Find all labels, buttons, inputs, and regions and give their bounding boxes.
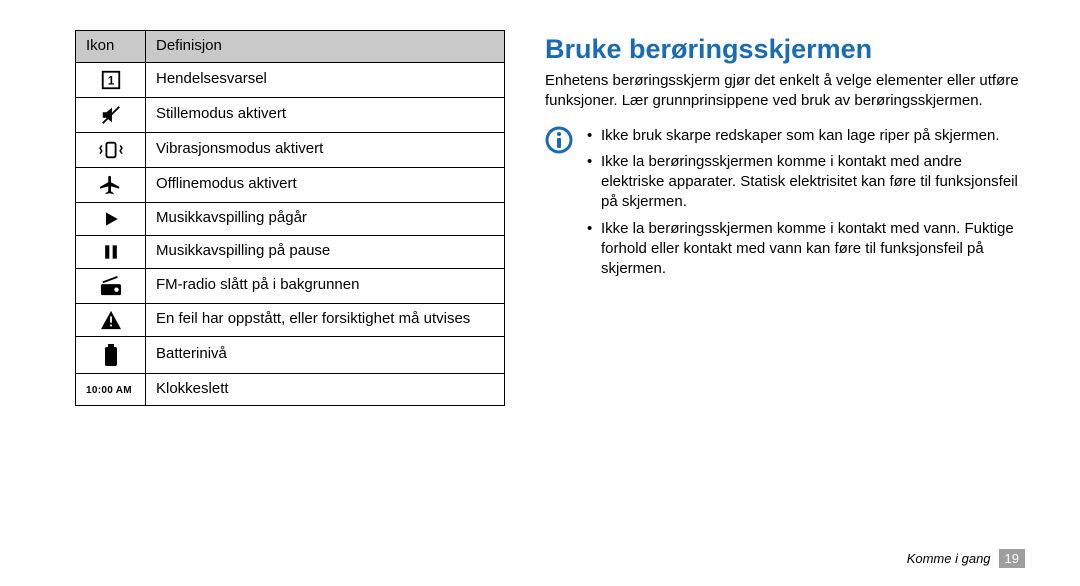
clock-icon: 10:00 AM xyxy=(76,373,146,405)
mute-icon xyxy=(76,97,146,132)
notice-list: Ikke bruk skarpe redskaper som kan lage … xyxy=(587,126,1025,286)
table-row: Stillemodus aktivert xyxy=(76,97,505,132)
battery-icon xyxy=(76,336,146,373)
page-footer: Komme i gang 19 xyxy=(907,549,1025,568)
warning-icon xyxy=(76,303,146,336)
notice-item: Ikke bruk skarpe redskaper som kan lage … xyxy=(587,126,1025,146)
section-title: Bruke berøringsskjermen xyxy=(545,34,1025,65)
def-cell: Stillemodus aktivert xyxy=(146,97,505,132)
table-row: FM-radio slått på i bakgrunnen xyxy=(76,268,505,303)
table-header-icon: Ikon xyxy=(76,31,146,63)
def-cell: FM-radio slått på i bakgrunnen xyxy=(146,268,505,303)
def-cell: Batterinivå xyxy=(146,336,505,373)
play-icon xyxy=(76,202,146,235)
def-cell: Klokkeslett xyxy=(146,373,505,405)
info-icon xyxy=(545,126,573,154)
def-cell: Musikkavspilling på pause xyxy=(146,235,505,268)
table-row: En feil har oppstått, eller forsiktighet… xyxy=(76,303,505,336)
vibrate-icon xyxy=(76,132,146,167)
airplane-icon xyxy=(76,167,146,202)
page-number: 19 xyxy=(999,549,1025,568)
def-cell: Vibrasjonsmodus aktivert xyxy=(146,132,505,167)
calendar-alert-icon: 1 xyxy=(76,62,146,97)
notice-block: Ikke bruk skarpe redskaper som kan lage … xyxy=(545,126,1025,286)
pause-icon xyxy=(76,235,146,268)
table-row: Musikkavspilling pågår xyxy=(76,202,505,235)
intro-paragraph: Enhetens berøringsskjerm gjør det enkelt… xyxy=(545,71,1025,112)
def-cell: Offlinemodus aktivert xyxy=(146,167,505,202)
footer-section-name: Komme i gang xyxy=(907,551,991,566)
table-row: Offlinemodus aktivert xyxy=(76,167,505,202)
table-row: Vibrasjonsmodus aktivert xyxy=(76,132,505,167)
table-header-def: Definisjon xyxy=(146,31,505,63)
table-row: Batterinivå xyxy=(76,336,505,373)
def-cell: En feil har oppstått, eller forsiktighet… xyxy=(146,303,505,336)
table-row: Musikkavspilling på pause xyxy=(76,235,505,268)
table-row: 1 Hendelsesvarsel xyxy=(76,62,505,97)
notice-item: Ikke la berøringsskjermen komme i kontak… xyxy=(587,152,1025,213)
svg-text:1: 1 xyxy=(107,73,114,87)
table-row: 10:00 AM Klokkeslett xyxy=(76,373,505,405)
icon-definition-table: Ikon Definisjon 1 Hendelsesvarsel Stille… xyxy=(75,30,505,406)
def-cell: Hendelsesvarsel xyxy=(146,62,505,97)
radio-icon xyxy=(76,268,146,303)
def-cell: Musikkavspilling pågår xyxy=(146,202,505,235)
notice-item: Ikke la berøringsskjermen komme i kontak… xyxy=(587,219,1025,280)
